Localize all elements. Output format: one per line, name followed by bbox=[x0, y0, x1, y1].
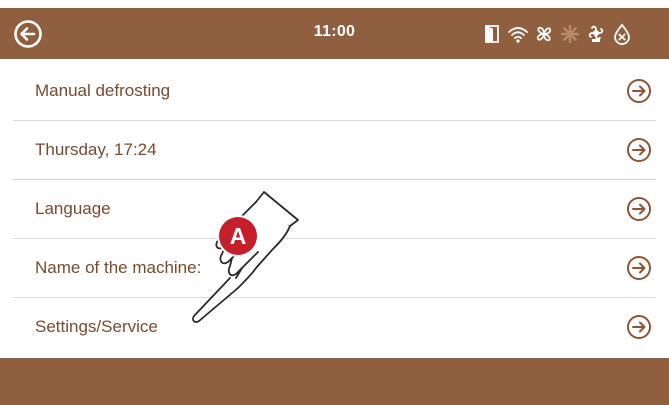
menu-item-settings-service[interactable]: Settings/Service bbox=[13, 298, 656, 356]
arrow-right-icon[interactable] bbox=[626, 137, 652, 163]
bottom-bar bbox=[0, 358, 669, 405]
arrow-right-icon[interactable] bbox=[626, 196, 652, 222]
top-bar: 11:00 bbox=[0, 8, 669, 59]
wifi-icon bbox=[507, 23, 529, 45]
status-icons bbox=[481, 21, 637, 47]
door-icon bbox=[481, 23, 503, 45]
menu-item-label: Settings/Service bbox=[35, 317, 158, 336]
menu-item-label: Manual defrosting bbox=[35, 81, 171, 100]
menu-item-date-time[interactable]: Thursday, 17:24 bbox=[13, 121, 656, 180]
defrost-icon bbox=[559, 23, 581, 45]
arrow-right-icon[interactable] bbox=[626, 314, 652, 340]
menu-item-machine-name[interactable]: Name of the machine: bbox=[13, 239, 656, 298]
arrow-right-icon[interactable] bbox=[626, 78, 652, 104]
settings-menu: Manual defrosting Thursday, 17:24 Langua… bbox=[13, 62, 656, 356]
menu-item-label: Thursday, 17:24 bbox=[35, 140, 157, 159]
menu-item-manual-defrosting[interactable]: Manual defrosting bbox=[13, 62, 656, 121]
water-off-icon bbox=[611, 23, 633, 45]
menu-item-label: Name of the machine: bbox=[35, 258, 202, 277]
arrow-right-icon[interactable] bbox=[626, 255, 652, 281]
fan-icon bbox=[533, 23, 555, 45]
menu-item-language[interactable]: Language bbox=[13, 180, 656, 239]
compressor-icon bbox=[585, 23, 607, 45]
callout-badge: A bbox=[219, 217, 257, 255]
menu-item-label: Language bbox=[35, 199, 111, 218]
